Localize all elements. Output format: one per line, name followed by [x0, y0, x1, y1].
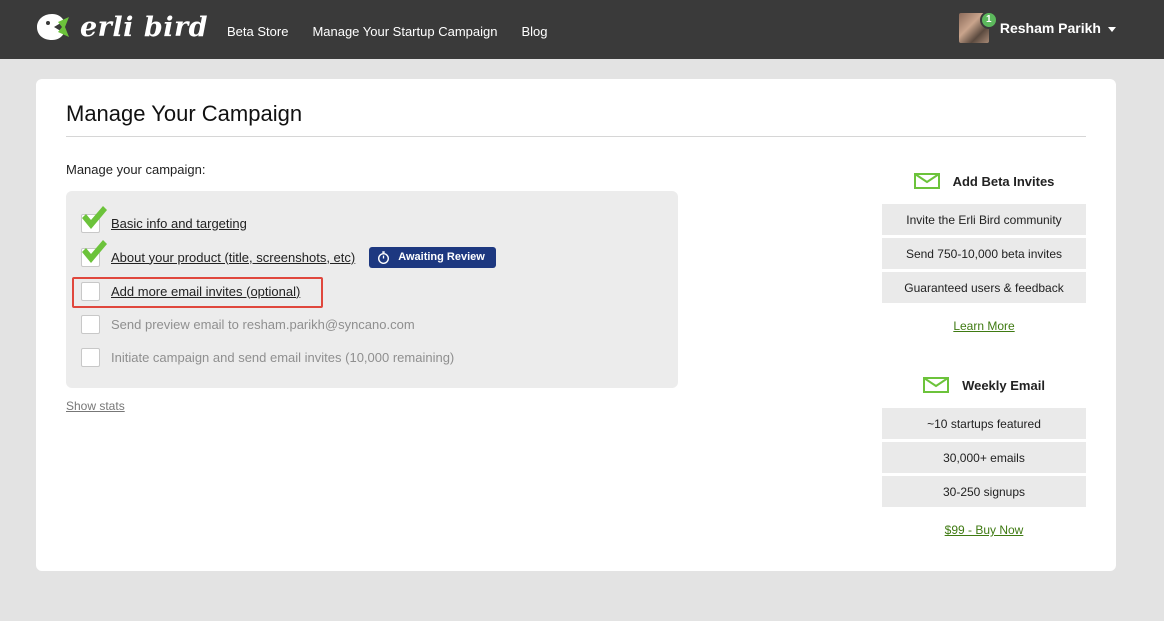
beta-invites-header: Add Beta Invites	[882, 170, 1086, 192]
step-checkbox[interactable]	[81, 205, 107, 233]
main-nav: Beta Store Manage Your Startup Campaign …	[227, 24, 571, 39]
stopwatch-icon	[378, 250, 390, 264]
nav-blog[interactable]: Blog	[521, 24, 547, 39]
checkmark-icon	[82, 239, 107, 263]
sidebar-feature: ~10 startups featured	[882, 408, 1086, 439]
step-label: Initiate campaign and send email invites…	[111, 349, 455, 365]
envelope-icon	[913, 173, 940, 189]
sidebar-feature: Send 750-10,000 beta invites	[882, 238, 1086, 269]
logo[interactable]: erli bird	[36, 10, 208, 44]
step-about-product[interactable]: About your product (title, screenshots, …	[81, 239, 496, 268]
learn-more-link[interactable]: Learn More	[882, 319, 1086, 333]
nav-manage-campaign[interactable]: Manage Your Startup Campaign	[312, 24, 497, 39]
sidebar-feature: 30-250 signups	[882, 476, 1086, 507]
user-menu[interactable]: 1 Resham Parikh	[958, 11, 1116, 43]
bird-logo-icon	[37, 14, 69, 40]
step-label[interactable]: About your product (title, screenshots, …	[111, 250, 355, 265]
awaiting-review-badge: Awaiting Review	[369, 246, 496, 268]
step-basic-info[interactable]: Basic info and targeting	[81, 205, 247, 234]
campaign-steps-panel: Basic info and targeting About your prod…	[66, 191, 678, 388]
page-title: Manage Your Campaign	[66, 101, 303, 126]
weekly-email-title: Weekly Email	[962, 377, 1045, 393]
avatar[interactable]: 1	[958, 11, 998, 43]
chevron-down-icon[interactable]	[1108, 26, 1116, 32]
divider	[66, 136, 1086, 137]
step-checkbox[interactable]	[81, 239, 107, 267]
sidebar-feature: Guaranteed users & feedback	[882, 272, 1086, 303]
checkmark-icon	[82, 205, 107, 229]
weekly-email-panel: Weekly Email ~10 startups featured 30,00…	[882, 374, 1086, 537]
step-label[interactable]: Basic info and targeting	[111, 216, 247, 231]
top-navbar: erli bird Beta Store Manage Your Startup…	[0, 0, 1164, 59]
highlight-box	[72, 277, 323, 308]
step-initiate-campaign: Initiate campaign and send email invites…	[81, 346, 454, 368]
step-label: Send preview email to resham.parikh@sync…	[111, 316, 415, 332]
envelope-icon	[923, 377, 950, 393]
beta-invites-title: Add Beta Invites	[952, 173, 1055, 189]
beta-invites-panel: Add Beta Invites Invite the Erli Bird co…	[882, 170, 1086, 333]
badge-label: Awaiting Review	[398, 251, 485, 263]
buy-now-link[interactable]: $99 - Buy Now	[882, 523, 1086, 537]
nav-beta-store[interactable]: Beta Store	[227, 24, 288, 39]
sidebar-feature: Invite the Erli Bird community	[882, 204, 1086, 235]
brand-name: erli bird	[80, 11, 209, 43]
step-checkbox	[81, 314, 100, 334]
main-card: Manage Your Campaign Manage your campaig…	[36, 79, 1116, 571]
weekly-email-header: Weekly Email	[882, 374, 1086, 396]
sidebar-feature: 30,000+ emails	[882, 442, 1086, 473]
step-checkbox	[81, 347, 100, 367]
section-label: Manage your campaign:	[66, 162, 206, 177]
show-stats-link[interactable]: Show stats	[66, 399, 125, 413]
notification-badge[interactable]: 1	[979, 11, 998, 29]
step-send-preview: Send preview email to resham.parikh@sync…	[81, 313, 415, 335]
user-name[interactable]: Resham Parikh	[1000, 20, 1101, 36]
